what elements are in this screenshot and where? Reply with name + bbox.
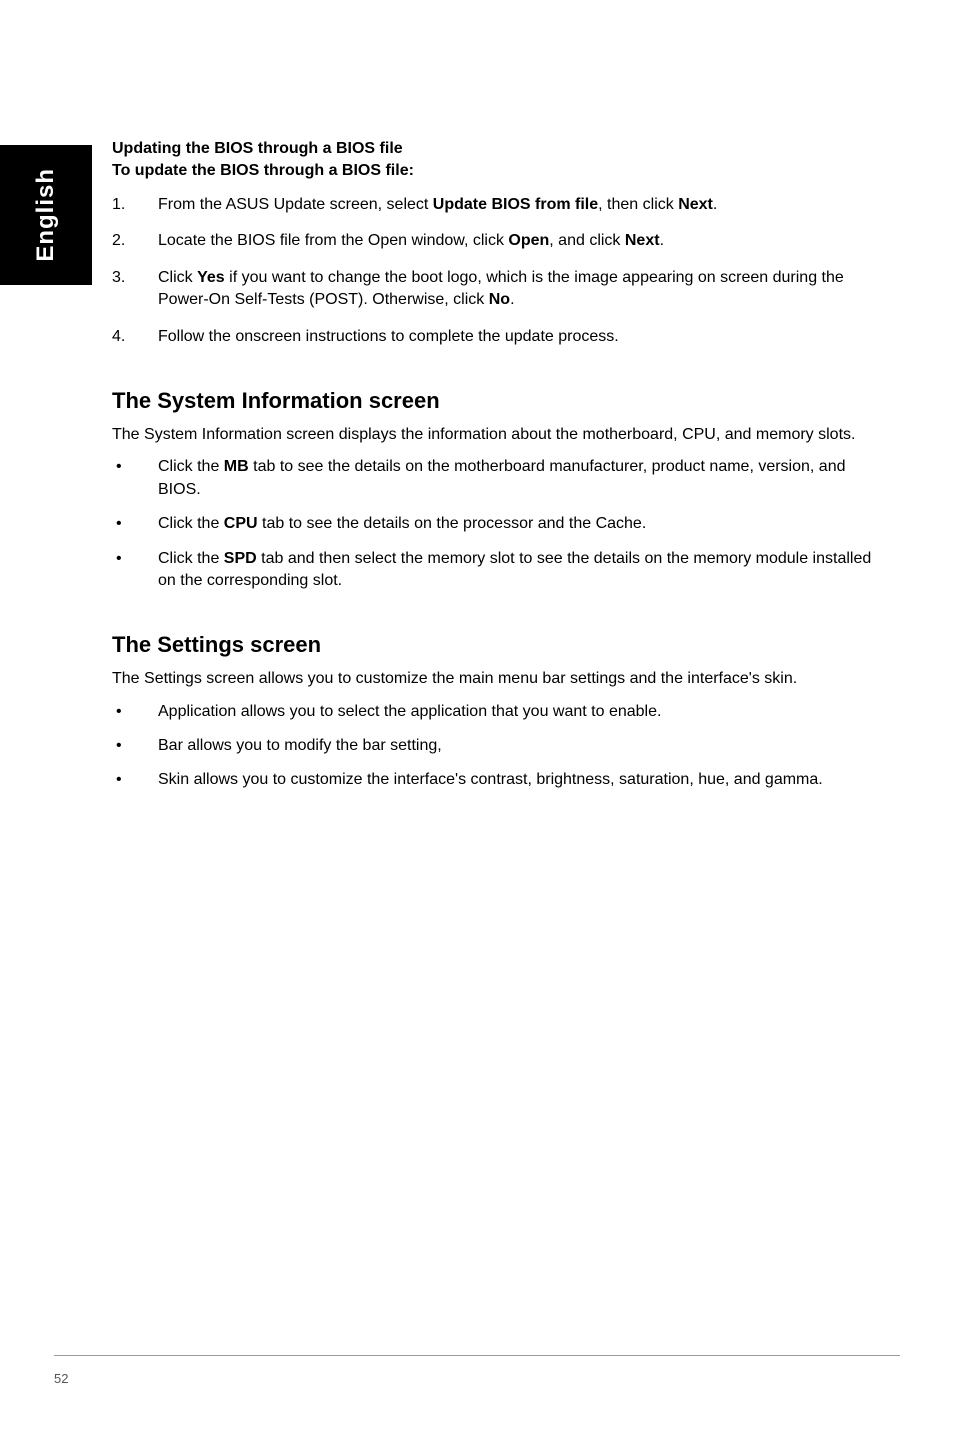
subheading-to-update: To update the BIOS through a BIOS file: <box>112 162 892 180</box>
bullet-marker: • <box>112 513 158 535</box>
bullet-marker: • <box>112 548 158 593</box>
bullet-item: • Click the MB tab to see the details on… <box>112 456 892 501</box>
section-intro: The System Information screen displays t… <box>112 424 892 446</box>
bullet-text: Bar allows you to modify the bar setting… <box>158 735 892 757</box>
step-item: 2. Locate the BIOS file from the Open wi… <box>112 230 892 252</box>
step-number: 4. <box>112 326 158 348</box>
step-text: Locate the BIOS file from the Open windo… <box>158 230 892 252</box>
section-title-settings: The Settings screen <box>112 632 892 658</box>
page-content: Updating the BIOS through a BIOS file To… <box>112 140 892 804</box>
step-item: 1. From the ASUS Update screen, select U… <box>112 194 892 216</box>
bullet-marker: • <box>112 735 158 757</box>
section-intro: The Settings screen allows you to custom… <box>112 668 892 690</box>
bullet-marker: • <box>112 769 158 791</box>
bullet-text: Application allows you to select the app… <box>158 701 892 723</box>
step-text: From the ASUS Update screen, select Upda… <box>158 194 892 216</box>
bullet-list-settings: • Application allows you to select the a… <box>112 701 892 792</box>
bullet-text: Click the SPD tab and then select the me… <box>158 548 892 593</box>
step-text: Click Yes if you want to change the boot… <box>158 267 892 312</box>
step-item: 4. Follow the onscreen instructions to c… <box>112 326 892 348</box>
bullet-item: • Bar allows you to modify the bar setti… <box>112 735 892 757</box>
subheading-update-file: Updating the BIOS through a BIOS file <box>112 140 892 158</box>
bullet-list-system-info: • Click the MB tab to see the details on… <box>112 456 892 592</box>
section-title-system-info: The System Information screen <box>112 388 892 414</box>
bullet-item: • Click the CPU tab to see the details o… <box>112 513 892 535</box>
page-number: 52 <box>54 1371 68 1386</box>
bullet-text: Click the MB tab to see the details on t… <box>158 456 892 501</box>
side-tab-label: English <box>32 168 60 262</box>
bullet-text: Click the CPU tab to see the details on … <box>158 513 892 535</box>
bullet-item: • Skin allows you to customize the inter… <box>112 769 892 791</box>
ordered-steps-list: 1. From the ASUS Update screen, select U… <box>112 194 892 348</box>
step-number: 3. <box>112 267 158 312</box>
side-language-tab: English <box>0 145 92 285</box>
step-number: 2. <box>112 230 158 252</box>
bullet-marker: • <box>112 456 158 501</box>
bullet-marker: • <box>112 701 158 723</box>
bullet-text: Skin allows you to customize the interfa… <box>158 769 892 791</box>
footer-divider <box>54 1355 900 1356</box>
bullet-item: • Application allows you to select the a… <box>112 701 892 723</box>
bullet-item: • Click the SPD tab and then select the … <box>112 548 892 593</box>
step-text: Follow the onscreen instructions to comp… <box>158 326 892 348</box>
step-item: 3. Click Yes if you want to change the b… <box>112 267 892 312</box>
step-number: 1. <box>112 194 158 216</box>
